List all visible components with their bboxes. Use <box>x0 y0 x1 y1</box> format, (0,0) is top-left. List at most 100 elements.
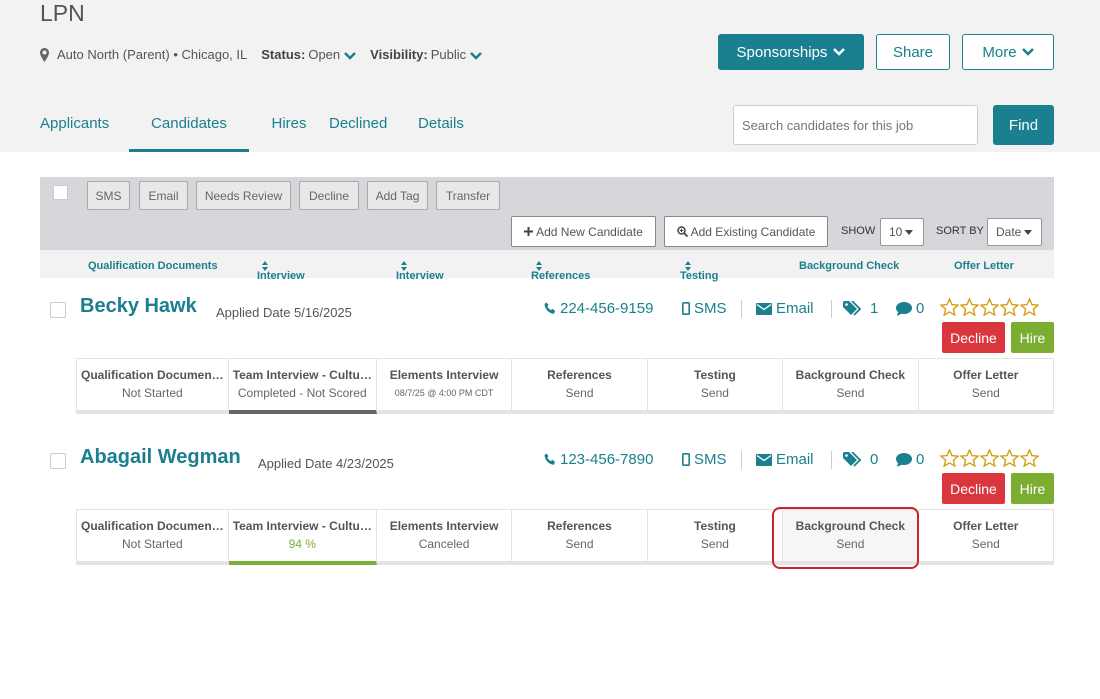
step-status: Send <box>836 386 865 400</box>
column-testing[interactable]: Testing <box>680 260 718 282</box>
star-icon[interactable] <box>980 449 999 467</box>
comments-link[interactable]: 0 <box>896 300 924 317</box>
sms-link[interactable]: SMS <box>682 451 727 468</box>
email-link[interactable]: Email <box>756 451 814 468</box>
show-count-select[interactable]: 10 <box>880 218 924 246</box>
star-icon[interactable] <box>940 298 959 316</box>
share-button[interactable]: Share <box>876 34 950 70</box>
search-plus-icon <box>676 226 688 237</box>
search-input[interactable] <box>733 105 978 145</box>
candidate-checkbox[interactable] <box>50 453 66 469</box>
add-existing-candidate-label: Add Existing Candidate <box>690 224 816 239</box>
phone-number: 224-456-9159 <box>560 300 654 317</box>
hire-button[interactable]: Hire <box>1011 473 1054 504</box>
star-rating[interactable] <box>940 449 1040 467</box>
sms-link[interactable]: SMS <box>682 300 727 317</box>
step-label: Qualification Documen… <box>81 368 224 382</box>
candidate-name[interactable]: Becky Hawk <box>80 295 197 318</box>
needs-review-button[interactable]: Needs Review <box>196 181 291 210</box>
find-button[interactable]: Find <box>993 105 1054 145</box>
step-team-interview[interactable]: Team Interview - Cultu… Completed - Not … <box>228 359 377 414</box>
hire-button[interactable]: Hire <box>1011 322 1054 353</box>
select-all-checkbox[interactable] <box>53 185 68 200</box>
tab-candidates[interactable]: Candidates <box>129 112 249 152</box>
tab-declined[interactable]: Declined <box>329 112 418 152</box>
email-bulk-button[interactable]: Email <box>139 181 188 210</box>
caret-down-icon <box>1024 229 1033 235</box>
applied-date: Applied Date 4/23/2025 <box>258 456 394 471</box>
step-offer-letter[interactable]: Offer Letter Send <box>918 510 1055 565</box>
step-elements-interview[interactable]: Elements Interview Canceled <box>376 510 513 565</box>
column-offer-letter[interactable]: Offer Letter <box>954 260 1014 272</box>
job-location: Auto North (Parent) • Chicago, IL <box>57 47 248 62</box>
visibility-dropdown[interactable]: Public <box>431 47 483 62</box>
phone-link[interactable]: 224-456-9159 <box>544 300 653 317</box>
tab-details[interactable]: Details <box>418 112 478 152</box>
star-icon[interactable] <box>1000 298 1019 316</box>
column-qualification-documents[interactable]: Qualification Documents <box>88 260 218 272</box>
candidate-checkbox[interactable] <box>50 302 66 318</box>
step-testing[interactable]: Testing Send <box>647 359 784 414</box>
sort-by-select[interactable]: Date <box>987 218 1042 246</box>
email-label: Email <box>776 300 814 317</box>
sms-bulk-button[interactable]: SMS <box>87 181 130 210</box>
star-icon[interactable] <box>960 298 979 316</box>
sms-label: SMS <box>694 300 727 317</box>
step-status: Not Started <box>121 537 183 551</box>
column-interview-2[interactable]: Interview <box>396 260 444 282</box>
add-tag-button[interactable]: Add Tag <box>367 181 428 210</box>
decline-button[interactable]: Decline <box>942 322 1005 353</box>
star-icon[interactable] <box>1020 298 1039 316</box>
email-link[interactable]: Email <box>756 300 814 317</box>
step-elements-interview[interactable]: Elements Interview 08/7/25 @ 4:00 PM CDT <box>376 359 513 414</box>
step-references[interactable]: References Send <box>512 510 648 565</box>
decline-bulk-button[interactable]: Decline <box>299 181 359 210</box>
star-icon[interactable] <box>980 298 999 316</box>
step-team-interview[interactable]: Team Interview - Cultu… 94 % <box>228 510 377 565</box>
sms-label: SMS <box>694 451 727 468</box>
candidate-name[interactable]: Abagail Wegman <box>80 446 241 469</box>
tags-link[interactable]: 1 <box>843 300 878 317</box>
status-label: Status: <box>261 47 306 62</box>
star-icon[interactable] <box>1020 449 1039 467</box>
star-icon[interactable] <box>1000 449 1019 467</box>
add-existing-candidate-button[interactable]: Add Existing Candidate <box>664 216 828 247</box>
status-value: Open <box>308 47 341 62</box>
transfer-button[interactable]: Transfer <box>436 181 500 210</box>
add-new-candidate-button[interactable]: Add New Candidate <box>511 216 656 247</box>
tags-link[interactable]: 0 <box>843 451 878 468</box>
divider <box>831 451 832 469</box>
column-header-row: Qualification Documents Interview Interv… <box>40 250 1054 282</box>
comment-count: 0 <box>916 300 925 317</box>
tab-applicants[interactable]: Applicants <box>40 112 129 152</box>
column-interview-1[interactable]: Interview <box>257 260 305 282</box>
step-label: Offer Letter <box>953 519 1019 533</box>
step-status: Not Started <box>121 386 183 400</box>
status-dropdown[interactable]: Open <box>308 47 357 62</box>
phone-link[interactable]: 123-456-7890 <box>544 451 653 468</box>
comments-link[interactable]: 0 <box>896 451 924 468</box>
star-icon[interactable] <box>960 449 979 467</box>
step-qualification-documents[interactable]: Qualification Documen… Not Started <box>76 510 229 565</box>
decline-button[interactable]: Decline <box>942 473 1005 504</box>
tags-icon <box>843 452 862 467</box>
step-offer-letter[interactable]: Offer Letter Send <box>918 359 1055 414</box>
chevron-down-icon <box>344 51 357 60</box>
tab-hires[interactable]: Hires <box>249 112 329 152</box>
step-qualification-documents[interactable]: Qualification Documen… Not Started <box>76 359 229 414</box>
star-rating[interactable] <box>940 298 1040 316</box>
visibility-label: Visibility: <box>370 47 428 62</box>
more-button[interactable]: More <box>962 34 1054 70</box>
star-icon[interactable] <box>940 449 959 467</box>
step-status: Canceled <box>418 537 470 551</box>
sponsorships-button[interactable]: Sponsorships <box>718 34 864 70</box>
comment-count: 0 <box>916 451 925 468</box>
column-background-check[interactable]: Background Check <box>799 260 899 272</box>
column-references[interactable]: References <box>531 260 590 282</box>
step-status: 94 % <box>288 537 316 551</box>
step-background-check[interactable]: Background Check Send <box>783 359 919 414</box>
step-testing[interactable]: Testing Send <box>647 510 784 565</box>
step-references[interactable]: References Send <box>512 359 648 414</box>
step-status: Send <box>700 386 729 400</box>
chevron-down-icon <box>833 48 846 56</box>
